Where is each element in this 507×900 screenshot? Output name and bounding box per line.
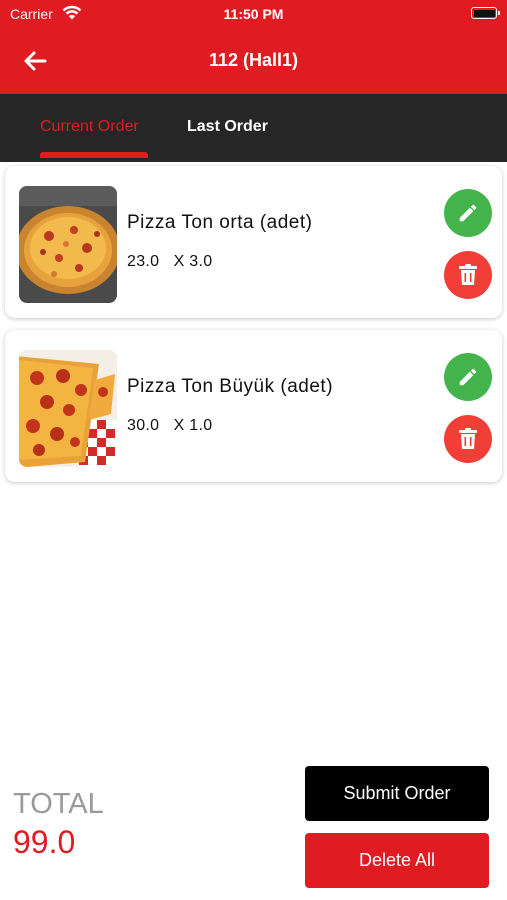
trash-icon (459, 428, 477, 449)
delete-item-button[interactable] (444, 251, 492, 299)
edit-item-button[interactable] (444, 189, 492, 237)
tab-current-order[interactable]: Current Order (40, 118, 139, 136)
status-bar: Carrier 11:50 PM (0, 0, 507, 28)
item-name: Pizza Ton Büyük (adet) (127, 376, 334, 397)
item-name: Pizza Ton orta (adet) (127, 212, 313, 233)
order-item-card: Pizza Ton orta (adet) 23.0 X 3.0 (5, 166, 502, 318)
delete-all-button[interactable]: Delete All (305, 833, 489, 888)
item-quantity: X 1.0 (173, 417, 213, 434)
header-bar: 112 (Hall1) (0, 28, 507, 94)
submit-order-button[interactable]: Submit Order (305, 766, 489, 821)
delete-item-button[interactable] (444, 415, 492, 463)
trash-icon (459, 264, 477, 285)
order-item-card: Pizza Ton Büyük (adet) 30.0 X 1.0 (5, 330, 502, 482)
pizza-photo (19, 186, 117, 303)
pencil-icon (459, 204, 477, 222)
status-time: 11:50 PM (223, 6, 284, 22)
edit-item-button[interactable] (444, 353, 492, 401)
total-label: TOTAL (13, 788, 104, 820)
total-value: 99.0 (13, 824, 76, 860)
page-title: 112 (Hall1) (208, 50, 299, 70)
item-price-quantity: 30.0 X 1.0 (127, 417, 212, 435)
item-quantity: X 3.0 (173, 253, 213, 270)
pencil-icon (459, 368, 477, 386)
item-price-quantity: 23.0 X 3.0 (127, 253, 212, 271)
active-tab-indicator (40, 152, 148, 158)
item-price: 23.0 (127, 253, 160, 270)
item-price: 30.0 (127, 417, 160, 434)
tab-bar: Current Order Last Order (0, 94, 507, 162)
pepperoni-pizza-photo (19, 350, 117, 467)
battery-icon (471, 7, 500, 19)
tab-last-order[interactable]: Last Order (187, 118, 268, 136)
